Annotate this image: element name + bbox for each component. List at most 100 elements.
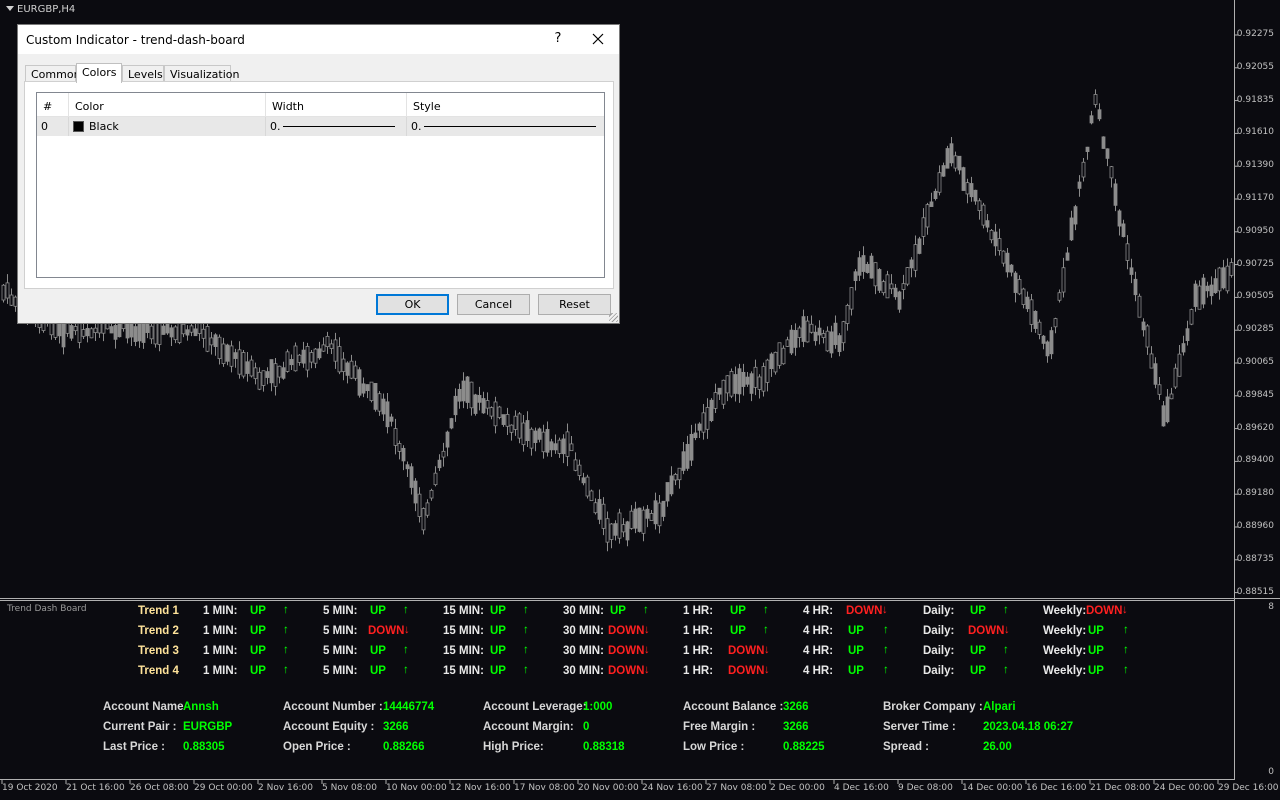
trend-value: UP [250,645,266,657]
candle-body [293,345,298,372]
candle-body [497,406,502,418]
candle-body [925,204,930,228]
resize-grip-icon[interactable] [609,313,618,322]
table-row[interactable]: 0 Black 0. 0. [37,117,604,136]
candle-body [865,264,870,273]
time-tick-label: 29 Dec 16:00 [1218,783,1279,793]
tab-colors[interactable]: Colors [76,63,122,83]
header-color: Color [69,93,266,117]
candle-body [521,422,526,446]
candle-body [217,336,222,360]
candle-body [277,365,282,378]
candle-body [181,323,186,335]
ok-button[interactable]: OK [376,294,449,315]
width-select[interactable]: 0. [266,117,407,136]
candle-body [949,143,954,164]
candle-body [421,508,426,531]
candle-body [321,344,326,352]
header-index: # [37,93,69,117]
price-tick-label: 0.89180 [1236,488,1274,499]
arrow-up-icon: ↑ [1123,664,1129,676]
candle-body [885,274,890,299]
candle-body [689,433,694,461]
candle-body [1221,267,1226,289]
trend-value: DOWN [608,625,645,637]
arrow-up-icon: ↑ [1003,604,1009,616]
timeframe-label: 1 MIN: [203,625,238,637]
arrow-up-icon: ↑ [283,644,289,656]
candle-body [1229,262,1234,276]
timeframe-label: 5 MIN: [323,625,358,637]
candle-body [597,498,602,520]
subwindow-axis-min: 0 [1268,767,1274,777]
candle-body [369,381,374,401]
candle-body [493,401,498,427]
account-field-value: 0.88318 [583,741,625,753]
candle-body [285,351,290,372]
timeframe-label: 1 MIN: [203,645,238,657]
candle-body [1093,94,1098,105]
candle-body [589,490,594,502]
grid-header: # Color Width Style [37,93,604,117]
timeframe-label: 15 MIN: [443,625,484,637]
trend-value: UP [250,665,266,677]
timeframe-label: 1 MIN: [203,605,238,617]
candle-body [745,376,750,385]
candle-body [1225,265,1230,292]
timeframe-label: 4 HR: [803,605,834,617]
account-field-label: Spread : [883,741,930,753]
arrow-up-icon: ↑ [523,664,529,676]
candle-body [465,376,470,403]
candle-body [1185,328,1190,341]
price-tick-label: 0.91835 [1236,94,1274,105]
candle-body [89,328,94,339]
width-value: 0. [270,120,281,133]
time-tick-label: 26 Oct 08:00 [130,783,189,793]
candle-body [693,432,698,439]
tab-levels[interactable]: Levels [122,65,164,82]
candle-body [545,429,550,453]
candle-body [1197,285,1202,310]
candle-body [1137,295,1142,318]
trend-value: UP [490,625,506,637]
candle-body [1193,283,1198,307]
timeframe-label: Daily: [923,665,955,677]
dialog-titlebar[interactable]: Custom Indicator - trend-dash-board ? [18,25,619,54]
timeframe-label: Weekly: [1043,605,1087,617]
timeframe-label: Daily: [923,625,955,637]
candle-body [437,459,442,469]
close-icon[interactable] [588,29,608,49]
subwindow-title: Trend Dash Board [7,604,87,614]
trend-row-label: Trend 2 [138,625,179,637]
candle-body [185,329,190,336]
help-icon[interactable]: ? [548,31,568,46]
timeframe-label: 1 HR: [683,605,714,617]
trend-row-label: Trend 1 [138,605,179,617]
candle-body [709,399,714,421]
time-tick-label: 24 Dec 00:00 [1154,783,1215,793]
arrow-up-icon: ↑ [283,604,289,616]
arrow-up-icon: ↑ [523,624,529,636]
style-select[interactable]: 0. [407,117,604,136]
candle-body [897,291,902,310]
tab-visualization[interactable]: Visualization [164,65,239,82]
cancel-button[interactable]: Cancel [457,294,530,315]
candle-body [737,368,742,395]
color-picker[interactable]: Black [69,117,266,136]
candle-body [289,359,294,366]
account-field-label: Account Margin: [483,721,574,733]
timeframe-label: 15 MIN: [443,665,484,677]
tab-common[interactable]: Common [25,65,81,82]
candle-body [109,326,114,334]
candle-body [981,204,986,226]
time-tick-label: 29 Oct 00:00 [194,783,253,793]
trend-value: UP [370,605,386,617]
candle-body [1209,284,1214,297]
candle-body [553,443,558,451]
reset-button[interactable]: Reset [538,294,611,315]
symbol-timeframe-label[interactable]: EURGBP,H4 [6,4,75,15]
candle-body [929,201,934,207]
candle-body [273,363,278,387]
price-tick-label: 0.90725 [1236,258,1274,269]
candle-body [961,167,966,191]
